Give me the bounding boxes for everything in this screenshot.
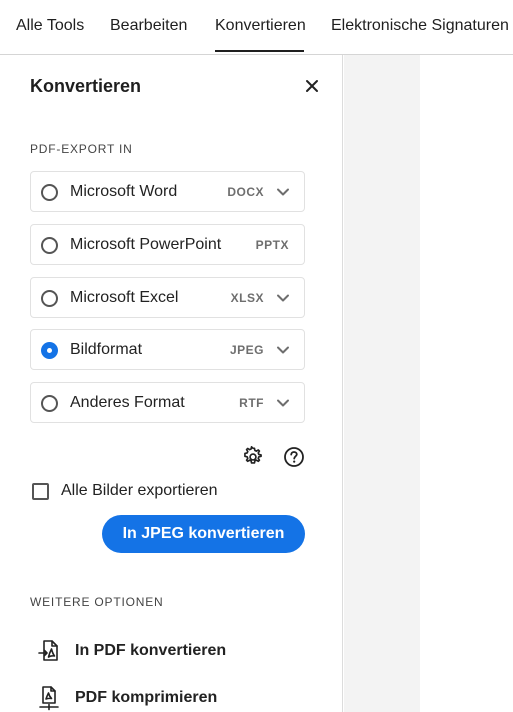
- active-tab-indicator: [215, 50, 304, 52]
- checkbox-label: Alle Bilder exportieren: [61, 482, 218, 499]
- option-label: Microsoft PowerPoint: [70, 236, 222, 253]
- chevron-down-icon[interactable]: [276, 396, 290, 410]
- tab-alle-tools[interactable]: Alle Tools: [16, 17, 84, 35]
- export-option-other[interactable]: Anderes Format RTF: [30, 382, 305, 423]
- radio-powerpoint[interactable]: [41, 237, 58, 254]
- more-option-label: In PDF konvertieren: [75, 642, 227, 659]
- close-icon[interactable]: [303, 77, 321, 95]
- panel-title: Konvertieren: [30, 76, 142, 96]
- gear-icon[interactable]: [242, 446, 264, 468]
- tab-konvertieren[interactable]: Konvertieren: [215, 17, 306, 35]
- document-canvas: [344, 55, 420, 712]
- export-option-word[interactable]: Microsoft Word DOCX: [30, 171, 305, 212]
- export-option-powerpoint[interactable]: Microsoft PowerPoint PPTX: [30, 224, 305, 265]
- chevron-down-icon[interactable]: [276, 185, 290, 199]
- radio-excel[interactable]: [41, 290, 58, 307]
- export-option-excel[interactable]: Microsoft Excel XLSX: [30, 277, 305, 318]
- option-label: Anderes Format: [70, 394, 185, 411]
- tab-bearbeiten[interactable]: Bearbeiten: [110, 17, 187, 35]
- help-icon[interactable]: [283, 446, 305, 468]
- format-badge: PPTX: [255, 238, 289, 252]
- radio-image-selected[interactable]: [41, 342, 58, 359]
- chevron-down-icon[interactable]: [276, 291, 290, 305]
- convert-to-pdf-icon: [38, 640, 58, 661]
- format-badge: DOCX: [227, 185, 264, 199]
- option-label: Microsoft Excel: [70, 289, 179, 306]
- compress-pdf-option[interactable]: PDF komprimieren: [36, 685, 296, 712]
- compress-pdf-icon: [39, 686, 59, 711]
- top-navigation: Alle Tools Bearbeiten Konvertieren Elekt…: [0, 0, 513, 55]
- format-badge: RTF: [239, 396, 264, 410]
- more-options-section-label: WEITERE OPTIONEN: [30, 595, 164, 609]
- export-section-label: PDF-EXPORT IN: [30, 142, 133, 156]
- tab-elektronische-signaturen[interactable]: Elektronische Signaturen: [331, 17, 509, 35]
- convert-to-pdf-option[interactable]: In PDF konvertieren: [36, 638, 296, 666]
- convert-panel: Konvertieren PDF-EXPORT IN Microsoft Wor…: [0, 55, 343, 712]
- document-canvas-right: [420, 55, 513, 712]
- more-option-label: PDF komprimieren: [75, 689, 218, 706]
- radio-other[interactable]: [41, 395, 58, 412]
- format-badge: XLSX: [230, 291, 264, 305]
- option-label: Microsoft Word: [70, 183, 178, 200]
- convert-button[interactable]: In JPEG konvertieren: [102, 515, 305, 553]
- chevron-down-icon[interactable]: [276, 343, 290, 357]
- format-badge: JPEG: [229, 343, 264, 357]
- radio-word[interactable]: [41, 184, 58, 201]
- export-all-images-checkbox[interactable]: [32, 483, 49, 500]
- export-option-image[interactable]: Bildformat JPEG: [30, 329, 305, 370]
- option-label: Bildformat: [70, 341, 143, 358]
